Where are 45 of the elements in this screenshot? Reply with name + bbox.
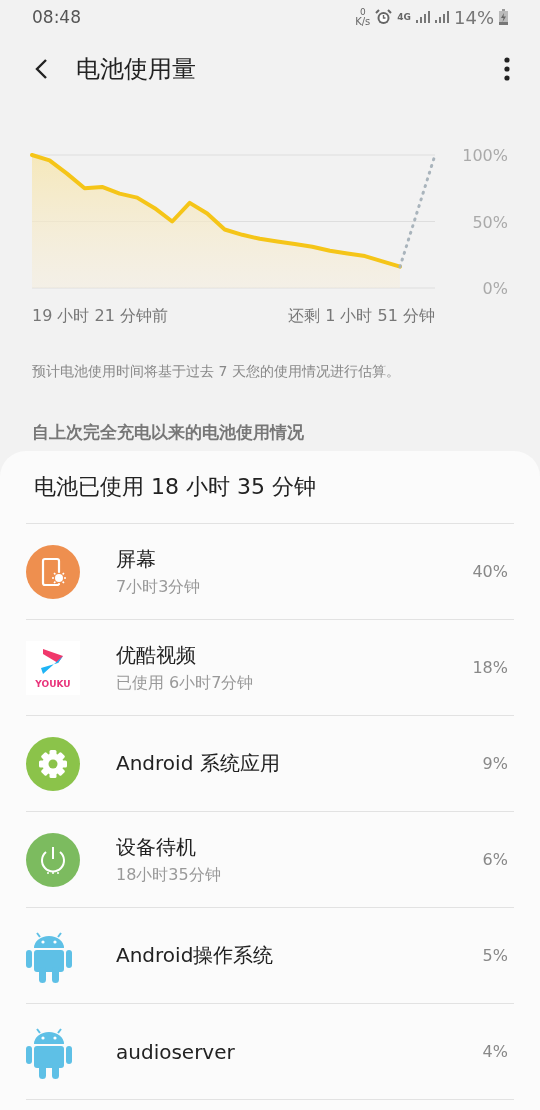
alarm-icon	[375, 9, 393, 25]
app-usage-item[interactable]: 设备待机 18小时35分钟 6%	[26, 812, 514, 908]
video-app-icon: YOUKU	[26, 640, 80, 695]
signal-icon	[435, 11, 449, 23]
app-name: audioserver	[116, 1039, 236, 1064]
range-start-label: 19 小时 21 分钟前	[32, 306, 168, 327]
app-name: Android 系统应用	[116, 750, 281, 777]
usage-total: 电池已使用 18 小时 35 分钟	[26, 451, 514, 524]
app-name: 屏幕	[116, 545, 157, 573]
usage-percent: 40%	[472, 562, 508, 581]
back-icon[interactable]	[34, 58, 48, 80]
usage-percent: 4%	[482, 1042, 508, 1061]
screen-brightness-icon	[26, 544, 80, 599]
usage-percent: 6%	[482, 850, 508, 869]
app-name: 优酷视频	[116, 641, 197, 669]
page-title: 电池使用量	[76, 54, 197, 85]
power-icon	[26, 832, 80, 887]
battery-percent: 14%	[454, 6, 494, 28]
range-end-label: 还剩 1 小时 51 分钟	[288, 306, 435, 327]
more-options-icon[interactable]	[504, 57, 510, 81]
usage-percent: 9%	[482, 754, 508, 773]
net-speed-unit: K/s	[355, 16, 371, 27]
settings-icon	[26, 736, 80, 791]
app-usage-item[interactable]: Android操作系统 5%	[26, 908, 514, 1004]
usage-time: 已使用 6小时7分钟	[116, 672, 255, 694]
estimate-note: 预计电池使用时间将基于过去 7 天您的使用情况进行估算。	[32, 363, 401, 381]
y-tick-label: 100%	[462, 146, 508, 165]
y-tick-label: 0%	[482, 279, 508, 298]
app-name: 设备待机	[116, 833, 197, 861]
app-usage-item[interactable]: audioserver 4%	[26, 1004, 514, 1100]
signal-icon	[416, 11, 430, 23]
net-speed: 0	[359, 7, 366, 17]
usage-percent: 5%	[482, 946, 508, 965]
section-title: 自上次完全充电以来的电池使用情况	[32, 421, 305, 444]
app-usage-item[interactable]: Android 系统应用 9%	[26, 716, 514, 812]
y-tick-label: 50%	[472, 212, 508, 232]
usage-time: 18小时35分钟	[116, 864, 222, 886]
status-time: 08:48	[32, 7, 81, 27]
network-type: 4G	[397, 12, 411, 22]
usage-percent: 18%	[472, 658, 508, 677]
app-name: Android操作系统	[116, 942, 275, 969]
battery-charging-icon	[499, 9, 508, 25]
app-usage-item[interactable]: 屏幕 7小时3分钟 40%	[26, 524, 514, 620]
usage-time: 7小时3分钟	[116, 576, 202, 598]
app-usage-item[interactable]: YOUKU 优酷视频 已使用 6小时7分钟 18%	[26, 620, 514, 716]
